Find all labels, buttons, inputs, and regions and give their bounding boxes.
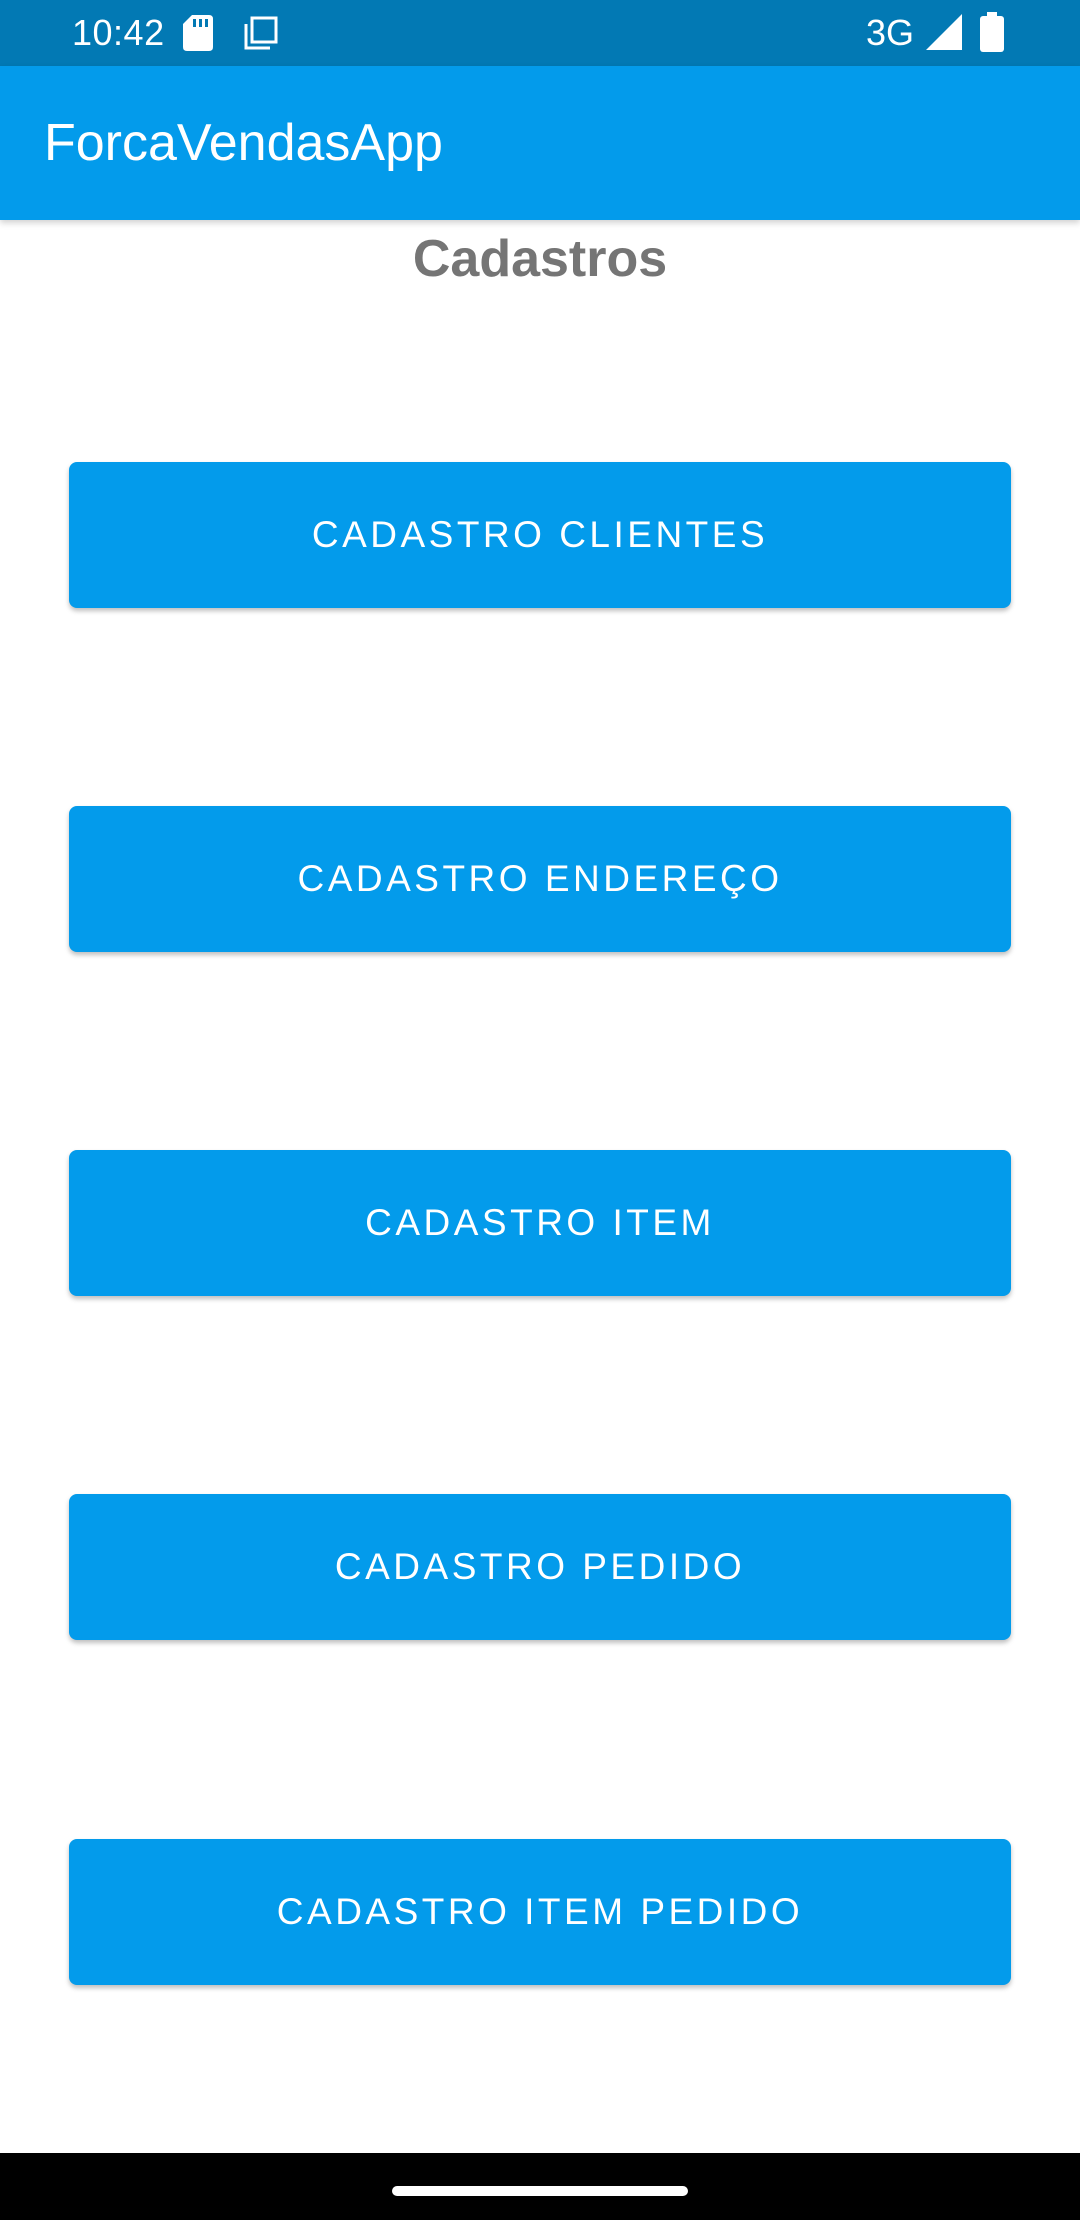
copy-icon [244,16,278,50]
cadastro-item-pedido-button[interactable]: CADASTRO ITEM PEDIDO [69,1839,1011,1985]
home-indicator[interactable] [392,2186,688,2196]
cadastro-pedido-button[interactable]: CADASTRO PEDIDO [69,1494,1011,1640]
screen: 10:42 3G ForcaVendasApp Cadastros CADAST… [0,0,1080,2220]
cadastro-endereco-button[interactable]: CADASTRO ENDEREÇO [69,806,1011,952]
status-bar: 10:42 3G [0,0,1080,66]
signal-icon [926,14,962,50]
network-type-label: 3G [866,12,915,53]
sd-card-icon [183,15,213,51]
status-time: 10:42 [72,12,165,53]
battery-icon [980,12,1004,52]
cadastro-item-button[interactable]: CADASTRO ITEM [69,1150,1011,1296]
app-title: ForcaVendasApp [44,114,443,172]
page-heading: Cadastros [412,230,668,288]
cadastro-clientes-button[interactable]: CADASTRO CLIENTES [69,462,1011,608]
navigation-bar [0,2153,1080,2220]
app-bar: ForcaVendasApp [0,66,1080,220]
